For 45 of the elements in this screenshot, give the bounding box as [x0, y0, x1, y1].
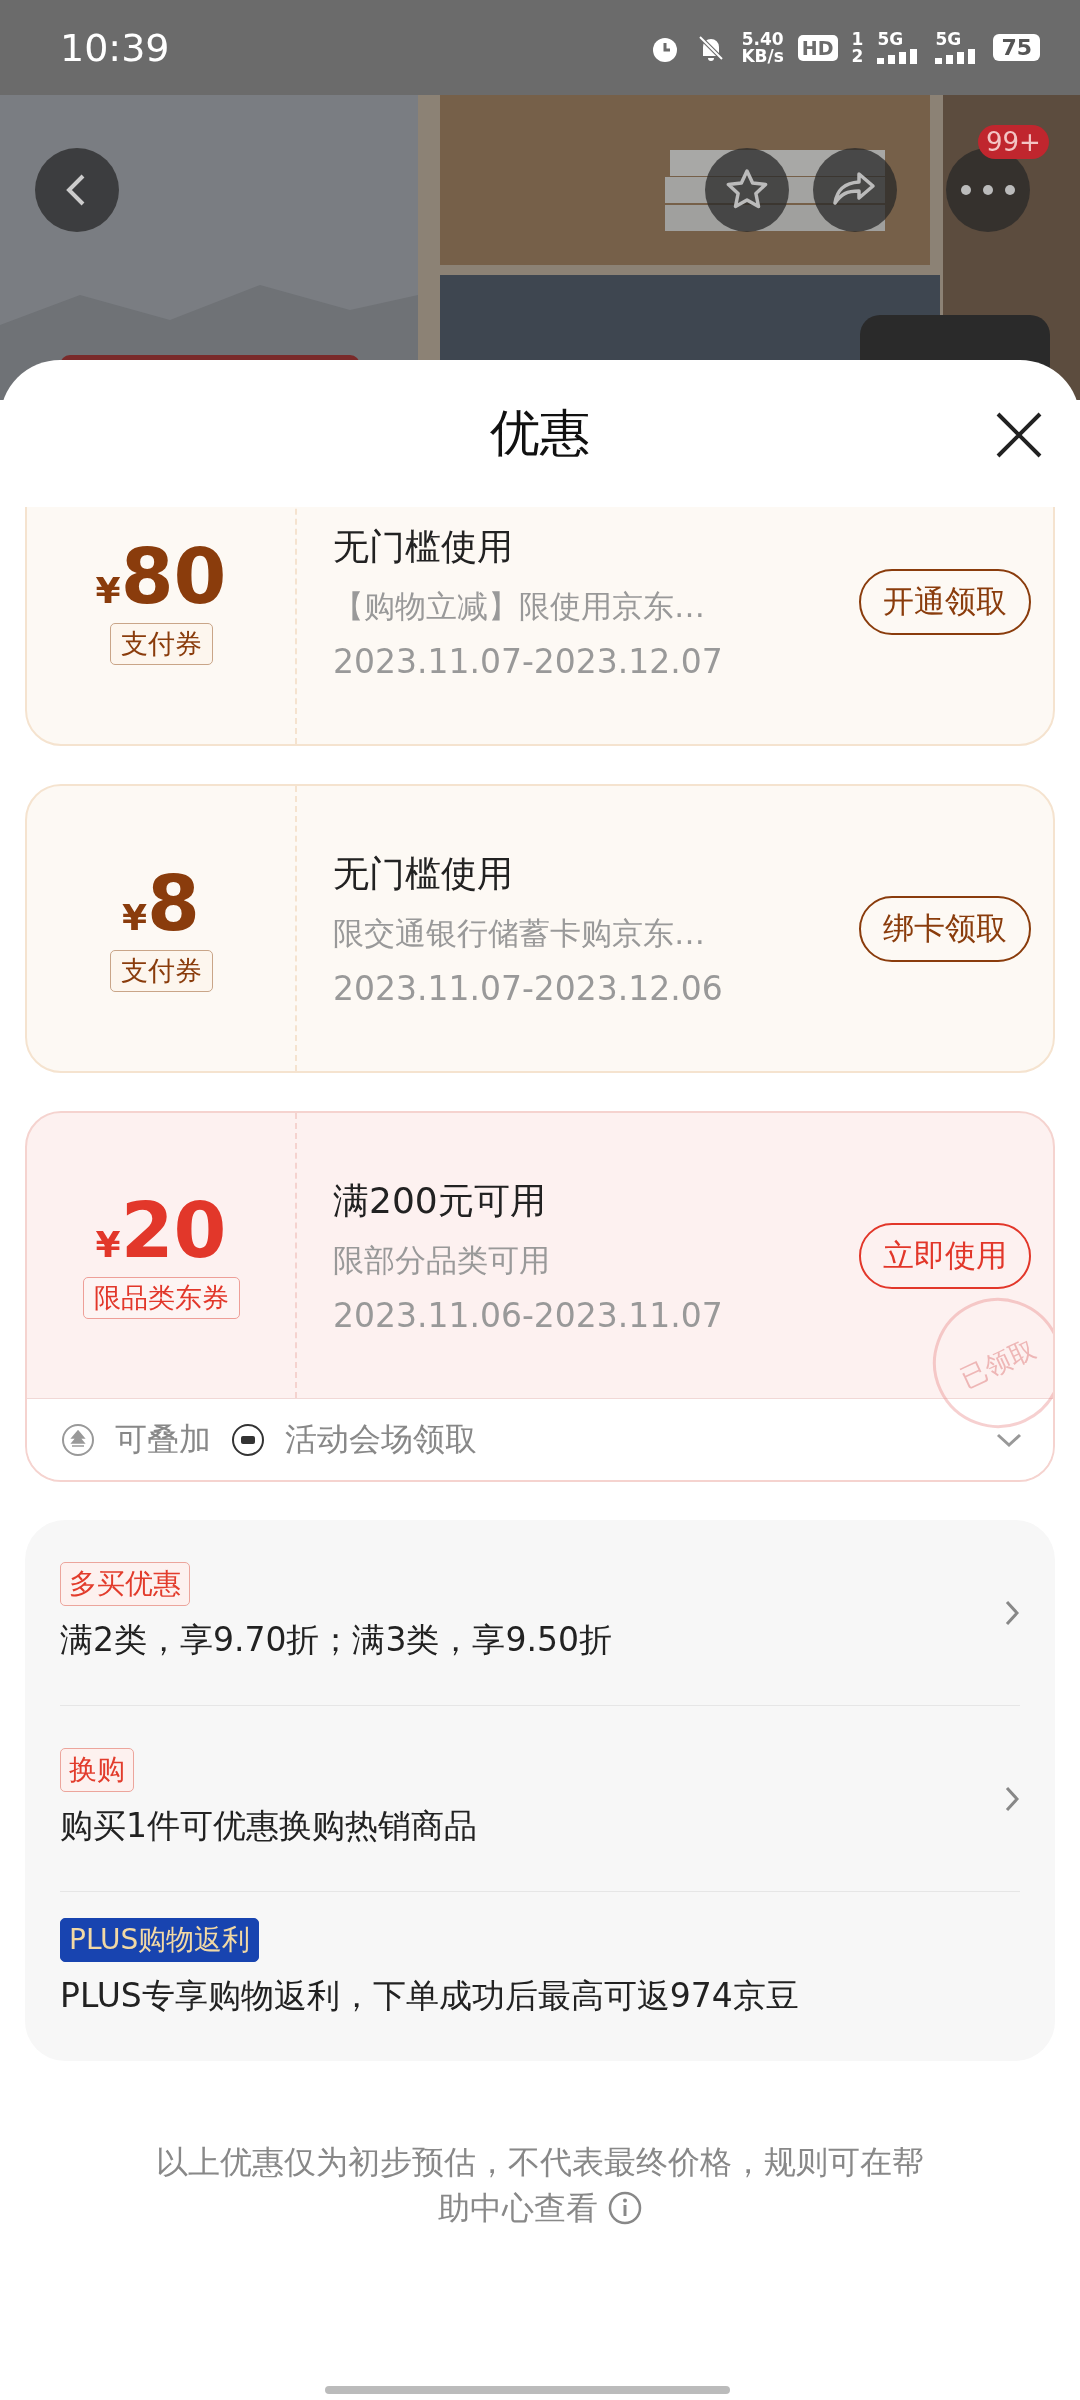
promotion-text: PLUS专享购物返利，下单成功后最高可返974京豆 [60, 1975, 799, 2017]
claim-button[interactable]: 绑卡领取 [859, 895, 1031, 962]
battery-indicator: 75 [993, 34, 1040, 61]
hd-indicator: HD [797, 34, 838, 61]
coupon-title: 无门槛使用 [333, 524, 514, 569]
clock: 10:39 [60, 25, 170, 70]
coupon-description: 限交通银行储蓄卡购京东… [333, 913, 706, 953]
coupon-dates: 2023.11.06-2023.11.07 [333, 1295, 724, 1335]
coupon-description: 限部分品类可用 [333, 1240, 551, 1280]
promotion-tag: 多买优惠 [60, 1562, 190, 1606]
promotion-text: 购买1件可优惠换购热销商品 [60, 1805, 477, 1847]
claim-button[interactable]: 开通领取 [859, 568, 1031, 635]
info-icon[interactable] [608, 2191, 643, 2225]
notification-badge: 99+ [978, 125, 1049, 159]
promotion-tag: PLUS购物返利 [60, 1918, 260, 1962]
coupon-amount: ¥8 [122, 865, 200, 942]
promotion-text: 满2类，享9.70折；满3类，享9.50折 [60, 1619, 612, 1661]
sim-label: 1 [851, 30, 864, 48]
close-icon[interactable] [994, 410, 1044, 460]
stackable-label: 可叠加 [115, 1418, 211, 1460]
source-label: 活动会场领取 [285, 1418, 477, 1460]
coupon-amount: ¥20 [95, 1192, 227, 1269]
chevron-right-icon[interactable] [1004, 1784, 1020, 1813]
coupon-title: 满200元可用 [333, 1178, 547, 1223]
coupon-type: 支付券 [109, 622, 213, 665]
coupon-dates: 2023.11.07-2023.12.07 [333, 641, 724, 681]
coupon-amount: ¥80 [95, 538, 227, 615]
coupon-description: 【购物立减】限使用京东… [333, 586, 706, 626]
chevron-right-icon[interactable] [1004, 1598, 1020, 1627]
coupon-title: 无门槛使用 [333, 851, 514, 896]
speed-unit: KB/s [741, 47, 784, 65]
claim-button[interactable]: 立即使用 [859, 1222, 1031, 1289]
network-speed: 5.40 [741, 30, 784, 48]
stack-icon [61, 1422, 95, 1457]
network-type: 5G [935, 31, 963, 48]
coupon-type: 限品类东券 [82, 1276, 240, 1319]
sim-label: 2 [851, 47, 864, 65]
network-type: 5G [877, 31, 905, 48]
sheet-title: 优惠 [490, 403, 590, 464]
disclaimer-text: 以上优惠仅为初步预估，不代表最终价格，规则可在帮助中心查看 [155, 2142, 925, 2229]
coupon-type: 支付券 [109, 949, 213, 992]
more-icon [960, 184, 1016, 196]
coupon-dates: 2023.11.07-2023.12.06 [333, 968, 724, 1008]
promotion-tag: 换购 [60, 1748, 134, 1792]
ticket-icon [231, 1422, 265, 1457]
